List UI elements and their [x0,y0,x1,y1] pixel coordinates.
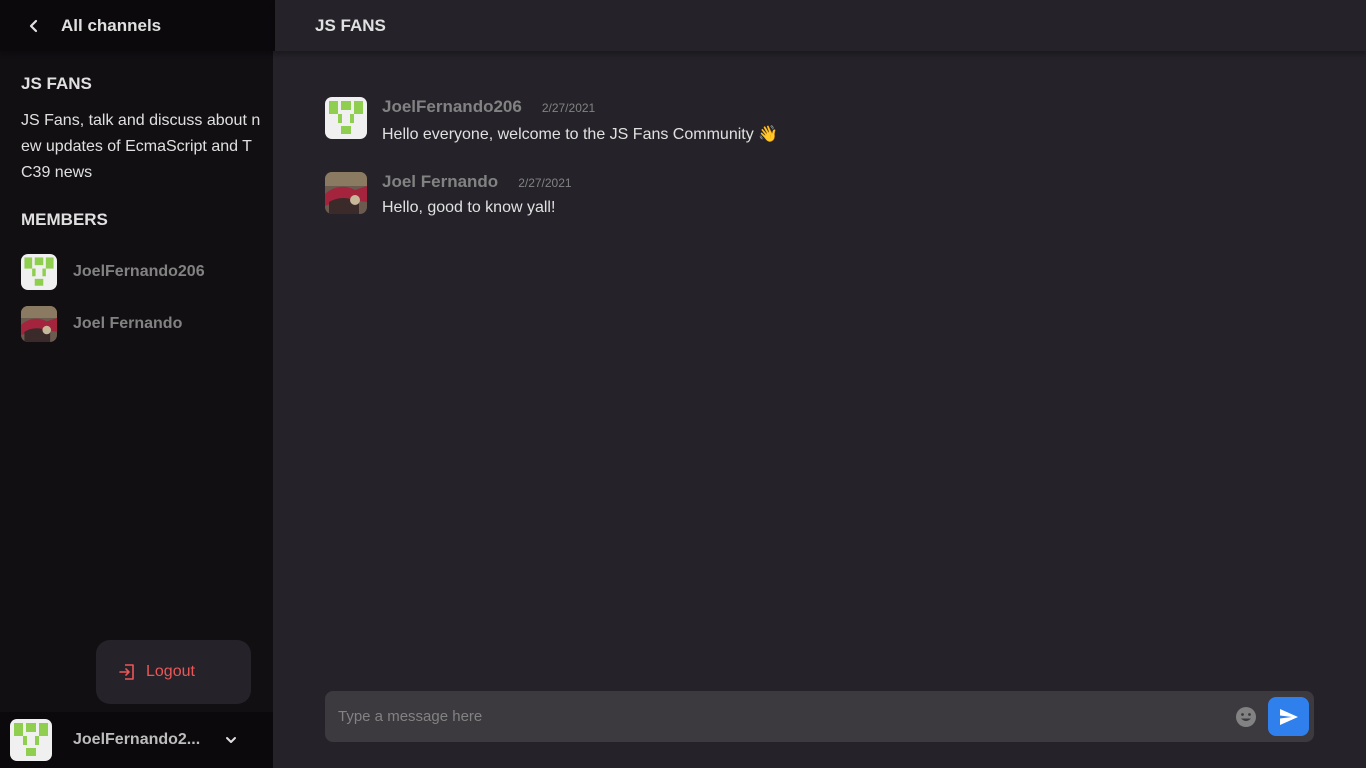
sidebar: All channels JS FANS JS Fans, talk and d… [0,0,275,768]
logout-label: Logout [146,663,195,680]
member-name: JoelFernando206 [73,263,205,280]
user-menu-button[interactable] [222,731,240,749]
logout-icon [119,664,134,680]
message-date: 2/27/2021 [541,101,596,115]
channel-name: JS FANS [21,74,92,93]
message-body: Joel Fernando 2/27/2021 Hello, good to k… [382,172,572,217]
message-text: Hello everyone, welcome to the JS Fans C… [382,126,779,143]
message-author: JoelFernando206 [382,97,522,116]
message-text: Hello, good to know yall! [382,199,556,216]
message-meta: Joel Fernando 2/27/2021 [382,172,572,196]
page-title: JS FANS [315,15,386,35]
message-input[interactable] [338,708,1218,725]
identicon-avatar [325,97,367,139]
emoji-button[interactable] [1235,706,1257,728]
member-item[interactable]: Joel Fernando [21,306,182,342]
identicon-avatar [21,254,57,290]
message-author: Joel Fernando [382,172,499,191]
all-channels-title[interactable]: All channels [61,16,161,36]
photo-avatar [21,306,57,342]
current-user-name: JoelFernando2... [73,731,201,748]
message-meta: JoelFernando206 2/27/2021 [382,97,778,121]
member-item[interactable]: JoelFernando206 [21,254,205,290]
message-item: Joel Fernando 2/27/2021 Hello, good to k… [325,172,572,217]
message-date: 2/27/2021 [518,176,572,190]
smiley-icon [1236,707,1256,727]
channel-description: JS Fans, talk and discuss about new upda… [21,112,261,181]
message-composer [325,691,1314,742]
current-user-bar: JoelFernando2... [0,712,273,768]
message-item: JoelFernando206 2/27/2021 Hello everyone… [325,97,778,144]
chevron-left-icon [29,19,38,32]
logout-button[interactable]: Logout [96,640,251,704]
chevron-down-icon [226,737,236,743]
send-button[interactable] [1268,697,1309,736]
channel-topbar: JS FANS [275,0,1366,51]
identicon-avatar [10,719,52,761]
message-body: JoelFernando206 2/27/2021 Hello everyone… [382,97,778,144]
members-heading: MEMBERS [21,210,108,229]
member-name: Joel Fernando [73,315,183,332]
send-icon [1279,708,1298,725]
sidebar-header: All channels [0,0,275,51]
photo-avatar [325,172,367,214]
back-button[interactable] [21,13,47,39]
